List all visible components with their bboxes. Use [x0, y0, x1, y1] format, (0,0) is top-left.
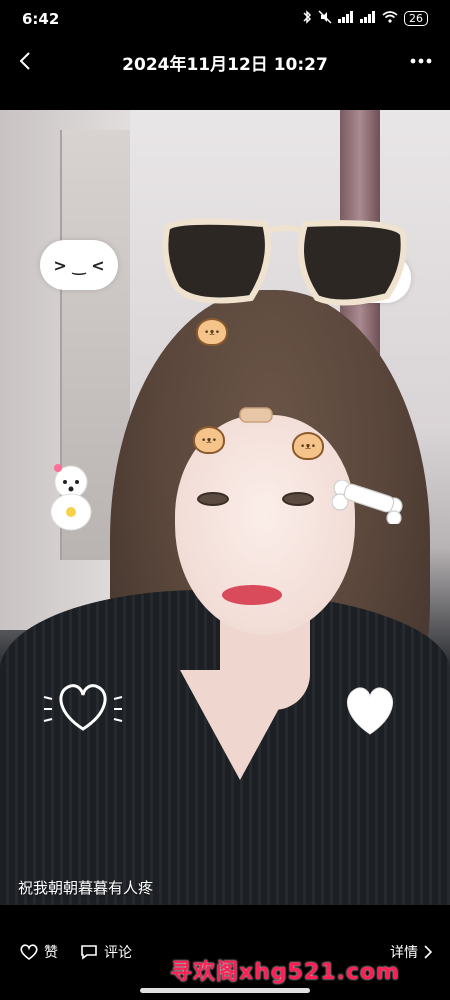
bone-sticker — [332, 480, 403, 524]
more-button[interactable] — [406, 46, 436, 76]
comment-icon — [81, 945, 97, 960]
photo-eye-right — [282, 492, 314, 506]
sunglasses-sticker — [162, 218, 407, 306]
bear-sticker-cheek-right: •ᴥ• — [292, 432, 324, 460]
more-dots-icon — [410, 58, 432, 64]
mute-icon — [318, 10, 332, 27]
bluetooth-icon — [302, 10, 312, 27]
page-title: 2024年11月12日 10:27 — [122, 55, 328, 75]
status-time: 6:42 — [22, 10, 60, 28]
wifi-icon — [382, 11, 398, 26]
bear-sticker-cheek-left: •ᴥ• — [193, 426, 225, 454]
status-icons: 26 — [302, 10, 428, 27]
home-indicator[interactable] — [140, 988, 310, 993]
cloud-sticker-left: > ‿ < — [40, 240, 118, 290]
signal-icon — [360, 11, 376, 26]
photo-caption: 祝我朝朝暮暮有人疼 — [18, 879, 154, 897]
nose-bandage-sticker — [239, 407, 273, 423]
like-label: 赞 — [44, 945, 58, 961]
bear-sticker-forehead: •ᴥ• — [196, 318, 228, 346]
heart-outline-sticker — [43, 684, 123, 731]
signal-icon — [338, 11, 354, 26]
top-bar: 2024年11月12日 10:27 — [0, 40, 450, 84]
battery-icon: 26 — [404, 11, 428, 26]
comment-button[interactable]: 评论 — [80, 942, 132, 962]
like-button[interactable]: 赞 — [20, 942, 58, 962]
heart-solid-sticker — [346, 687, 394, 735]
chevron-right-icon — [424, 945, 432, 959]
heart-icon — [20, 944, 38, 960]
watermark-text: 寻欢阁xhg521.com — [170, 960, 400, 985]
photo-eye-left — [197, 492, 229, 506]
dog-sticker — [50, 464, 92, 531]
status-bar: 6:42 26 — [0, 0, 450, 38]
photo-viewer[interactable]: > ‿ < > ‿ < •ᴥ• •ᴥ• •ᴥ• — [0, 110, 450, 905]
photo-lips — [222, 585, 282, 605]
comment-label: 评论 — [104, 945, 132, 961]
